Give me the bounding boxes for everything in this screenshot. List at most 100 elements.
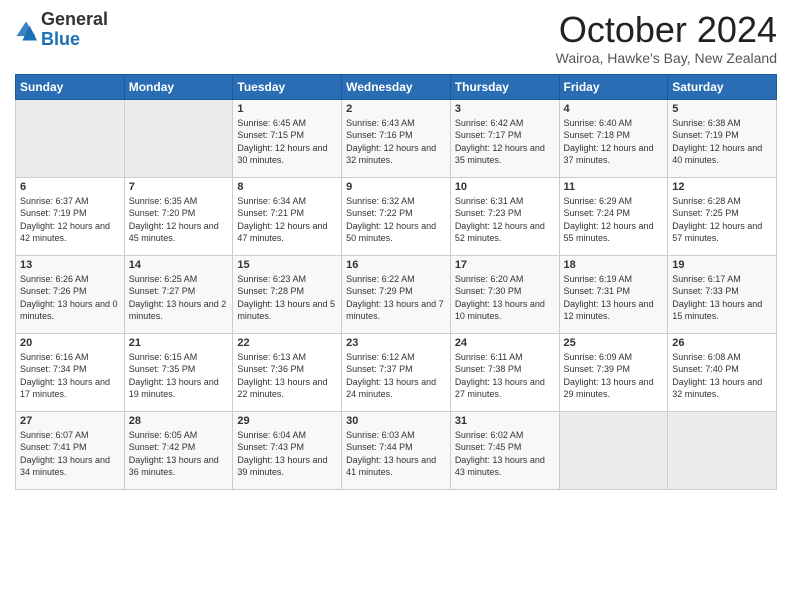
day-number: 5 [672, 103, 772, 115]
day-number: 21 [129, 337, 229, 349]
day-cell-0-1 [124, 99, 233, 177]
day-cell-3-4: 24 Sunrise: 6:11 AMSunset: 7:38 PMDaylig… [450, 333, 559, 411]
day-cell-3-2: 22 Sunrise: 6:13 AMSunset: 7:36 PMDaylig… [233, 333, 342, 411]
day-cell-4-0: 27 Sunrise: 6:07 AMSunset: 7:41 PMDaylig… [16, 411, 125, 489]
day-number: 14 [129, 259, 229, 271]
calendar-table: Sunday Monday Tuesday Wednesday Thursday… [15, 74, 777, 490]
day-sunrise: Sunrise: 6:28 AMSunset: 7:25 PMDaylight:… [672, 196, 762, 244]
day-number: 6 [20, 181, 120, 193]
day-number: 2 [346, 103, 446, 115]
day-sunrise: Sunrise: 6:03 AMSunset: 7:44 PMDaylight:… [346, 430, 436, 478]
page: General Blue October 2024 Wairoa, Hawke'… [0, 0, 792, 612]
day-sunrise: Sunrise: 6:37 AMSunset: 7:19 PMDaylight:… [20, 196, 110, 244]
day-cell-1-6: 12 Sunrise: 6:28 AMSunset: 7:25 PMDaylig… [668, 177, 777, 255]
day-sunrise: Sunrise: 6:04 AMSunset: 7:43 PMDaylight:… [237, 430, 327, 478]
day-sunrise: Sunrise: 6:40 AMSunset: 7:18 PMDaylight:… [564, 118, 654, 166]
day-number: 28 [129, 415, 229, 427]
day-sunrise: Sunrise: 6:09 AMSunset: 7:39 PMDaylight:… [564, 352, 654, 400]
day-number: 13 [20, 259, 120, 271]
day-sunrise: Sunrise: 6:45 AMSunset: 7:15 PMDaylight:… [237, 118, 327, 166]
day-cell-4-5 [559, 411, 668, 489]
day-number: 26 [672, 337, 772, 349]
day-sunrise: Sunrise: 6:19 AMSunset: 7:31 PMDaylight:… [564, 274, 654, 322]
day-cell-2-3: 16 Sunrise: 6:22 AMSunset: 7:29 PMDaylig… [342, 255, 451, 333]
day-number: 29 [237, 415, 337, 427]
day-cell-4-2: 29 Sunrise: 6:04 AMSunset: 7:43 PMDaylig… [233, 411, 342, 489]
day-number: 24 [455, 337, 555, 349]
day-number: 27 [20, 415, 120, 427]
day-cell-2-2: 15 Sunrise: 6:23 AMSunset: 7:28 PMDaylig… [233, 255, 342, 333]
col-monday: Monday [124, 74, 233, 99]
day-cell-0-4: 3 Sunrise: 6:42 AMSunset: 7:17 PMDayligh… [450, 99, 559, 177]
day-sunrise: Sunrise: 6:42 AMSunset: 7:17 PMDaylight:… [455, 118, 545, 166]
day-cell-0-5: 4 Sunrise: 6:40 AMSunset: 7:18 PMDayligh… [559, 99, 668, 177]
day-cell-0-2: 1 Sunrise: 6:45 AMSunset: 7:15 PMDayligh… [233, 99, 342, 177]
day-sunrise: Sunrise: 6:29 AMSunset: 7:24 PMDaylight:… [564, 196, 654, 244]
day-cell-2-1: 14 Sunrise: 6:25 AMSunset: 7:27 PMDaylig… [124, 255, 233, 333]
day-number: 15 [237, 259, 337, 271]
month-title: October 2024 [556, 10, 777, 50]
week-row-5: 27 Sunrise: 6:07 AMSunset: 7:41 PMDaylig… [16, 411, 777, 489]
col-tuesday: Tuesday [233, 74, 342, 99]
day-cell-1-0: 6 Sunrise: 6:37 AMSunset: 7:19 PMDayligh… [16, 177, 125, 255]
week-row-3: 13 Sunrise: 6:26 AMSunset: 7:26 PMDaylig… [16, 255, 777, 333]
week-row-4: 20 Sunrise: 6:16 AMSunset: 7:34 PMDaylig… [16, 333, 777, 411]
day-sunrise: Sunrise: 6:20 AMSunset: 7:30 PMDaylight:… [455, 274, 545, 322]
day-cell-1-5: 11 Sunrise: 6:29 AMSunset: 7:24 PMDaylig… [559, 177, 668, 255]
day-sunrise: Sunrise: 6:02 AMSunset: 7:45 PMDaylight:… [455, 430, 545, 478]
logo-blue-text: Blue [41, 30, 108, 50]
col-thursday: Thursday [450, 74, 559, 99]
day-cell-0-0 [16, 99, 125, 177]
day-cell-1-1: 7 Sunrise: 6:35 AMSunset: 7:20 PMDayligh… [124, 177, 233, 255]
day-number: 31 [455, 415, 555, 427]
day-sunrise: Sunrise: 6:26 AMSunset: 7:26 PMDaylight:… [20, 274, 118, 322]
day-sunrise: Sunrise: 6:07 AMSunset: 7:41 PMDaylight:… [20, 430, 110, 478]
week-row-2: 6 Sunrise: 6:37 AMSunset: 7:19 PMDayligh… [16, 177, 777, 255]
day-number: 3 [455, 103, 555, 115]
day-cell-3-6: 26 Sunrise: 6:08 AMSunset: 7:40 PMDaylig… [668, 333, 777, 411]
day-number: 7 [129, 181, 229, 193]
day-number: 16 [346, 259, 446, 271]
day-cell-3-1: 21 Sunrise: 6:15 AMSunset: 7:35 PMDaylig… [124, 333, 233, 411]
day-number: 17 [455, 259, 555, 271]
day-sunrise: Sunrise: 6:22 AMSunset: 7:29 PMDaylight:… [346, 274, 444, 322]
day-sunrise: Sunrise: 6:32 AMSunset: 7:22 PMDaylight:… [346, 196, 436, 244]
day-number: 23 [346, 337, 446, 349]
day-cell-4-6 [668, 411, 777, 489]
day-sunrise: Sunrise: 6:12 AMSunset: 7:37 PMDaylight:… [346, 352, 436, 400]
day-sunrise: Sunrise: 6:11 AMSunset: 7:38 PMDaylight:… [455, 352, 545, 400]
day-sunrise: Sunrise: 6:13 AMSunset: 7:36 PMDaylight:… [237, 352, 327, 400]
day-cell-3-5: 25 Sunrise: 6:09 AMSunset: 7:39 PMDaylig… [559, 333, 668, 411]
col-friday: Friday [559, 74, 668, 99]
day-number: 30 [346, 415, 446, 427]
day-cell-0-3: 2 Sunrise: 6:43 AMSunset: 7:16 PMDayligh… [342, 99, 451, 177]
day-sunrise: Sunrise: 6:34 AMSunset: 7:21 PMDaylight:… [237, 196, 327, 244]
col-sunday: Sunday [16, 74, 125, 99]
day-sunrise: Sunrise: 6:25 AMSunset: 7:27 PMDaylight:… [129, 274, 227, 322]
day-number: 19 [672, 259, 772, 271]
title-block: October 2024 Wairoa, Hawke's Bay, New Ze… [556, 10, 777, 66]
day-cell-1-2: 8 Sunrise: 6:34 AMSunset: 7:21 PMDayligh… [233, 177, 342, 255]
day-cell-3-0: 20 Sunrise: 6:16 AMSunset: 7:34 PMDaylig… [16, 333, 125, 411]
day-number: 22 [237, 337, 337, 349]
day-cell-1-3: 9 Sunrise: 6:32 AMSunset: 7:22 PMDayligh… [342, 177, 451, 255]
day-cell-4-3: 30 Sunrise: 6:03 AMSunset: 7:44 PMDaylig… [342, 411, 451, 489]
header: General Blue October 2024 Wairoa, Hawke'… [15, 10, 777, 66]
header-row: Sunday Monday Tuesday Wednesday Thursday… [16, 74, 777, 99]
day-sunrise: Sunrise: 6:17 AMSunset: 7:33 PMDaylight:… [672, 274, 762, 322]
day-number: 8 [237, 181, 337, 193]
logo: General Blue [15, 10, 108, 50]
day-cell-4-4: 31 Sunrise: 6:02 AMSunset: 7:45 PMDaylig… [450, 411, 559, 489]
day-cell-2-6: 19 Sunrise: 6:17 AMSunset: 7:33 PMDaylig… [668, 255, 777, 333]
day-number: 18 [564, 259, 664, 271]
day-sunrise: Sunrise: 6:35 AMSunset: 7:20 PMDaylight:… [129, 196, 219, 244]
day-cell-1-4: 10 Sunrise: 6:31 AMSunset: 7:23 PMDaylig… [450, 177, 559, 255]
day-number: 9 [346, 181, 446, 193]
col-wednesday: Wednesday [342, 74, 451, 99]
day-number: 25 [564, 337, 664, 349]
day-cell-0-6: 5 Sunrise: 6:38 AMSunset: 7:19 PMDayligh… [668, 99, 777, 177]
day-sunrise: Sunrise: 6:15 AMSunset: 7:35 PMDaylight:… [129, 352, 219, 400]
day-cell-2-5: 18 Sunrise: 6:19 AMSunset: 7:31 PMDaylig… [559, 255, 668, 333]
day-number: 4 [564, 103, 664, 115]
day-cell-4-1: 28 Sunrise: 6:05 AMSunset: 7:42 PMDaylig… [124, 411, 233, 489]
